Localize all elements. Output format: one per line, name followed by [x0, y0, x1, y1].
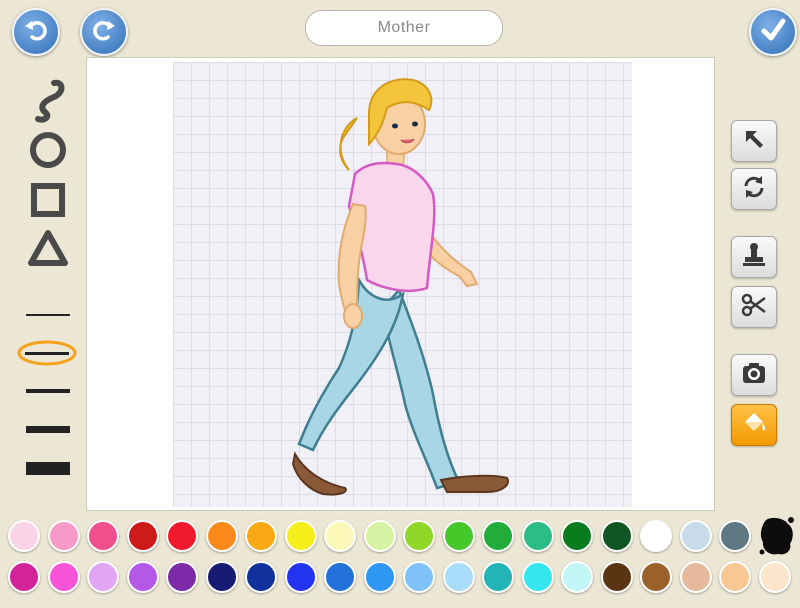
circle-tool[interactable] [22, 130, 74, 174]
color-swatch[interactable] [166, 520, 198, 552]
color-swatch[interactable] [8, 561, 40, 593]
fill-button[interactable] [731, 404, 777, 446]
select-arrow-icon [741, 126, 767, 157]
square-tool[interactable] [22, 180, 74, 224]
color-swatch[interactable] [679, 520, 712, 552]
redo-button[interactable] [80, 8, 128, 56]
freehand-tool[interactable] [22, 78, 74, 126]
color-swatch[interactable] [205, 561, 238, 593]
color-swatch[interactable] [284, 520, 317, 552]
square-icon [26, 178, 70, 227]
color-swatch[interactable] [126, 561, 159, 593]
stamp-icon [740, 241, 768, 274]
drawing-title-field[interactable]: Mother [305, 10, 503, 46]
paint-bucket-icon [740, 409, 768, 442]
color-swatch[interactable] [403, 520, 435, 552]
color-swatch[interactable] [363, 520, 396, 552]
color-swatch[interactable] [482, 561, 514, 593]
color-swatch[interactable] [442, 561, 475, 593]
color-swatch[interactable] [245, 561, 277, 593]
color-swatch[interactable] [87, 520, 119, 552]
color-swatch[interactable] [47, 520, 80, 552]
color-swatch[interactable] [166, 561, 198, 593]
color-swatch[interactable] [679, 561, 712, 593]
line-width-medium-thin[interactable] [16, 338, 78, 368]
stamp-button[interactable] [731, 236, 777, 278]
color-swatch[interactable] [719, 561, 751, 593]
color-swatch[interactable] [403, 561, 435, 593]
done-button[interactable] [749, 8, 797, 56]
color-swatch[interactable] [640, 520, 672, 552]
color-swatch[interactable] [521, 520, 554, 552]
drawing-canvas[interactable] [86, 57, 715, 511]
color-swatch[interactable] [47, 561, 80, 593]
line-width-thin[interactable] [24, 308, 72, 322]
color-swatch[interactable] [561, 520, 593, 552]
color-swatch[interactable] [640, 561, 672, 593]
rotate-button[interactable] [731, 168, 777, 210]
select-tool-button[interactable] [731, 120, 777, 162]
color-swatch[interactable] [482, 520, 514, 552]
color-swatch[interactable] [561, 561, 593, 593]
color-swatch[interactable] [284, 561, 317, 593]
circle-icon [26, 128, 70, 177]
color-swatch[interactable] [126, 520, 159, 552]
color-swatch[interactable] [324, 561, 356, 593]
freehand-icon [28, 77, 68, 128]
redo-icon [91, 17, 117, 48]
color-swatch[interactable] [324, 520, 356, 552]
color-swatch[interactable] [442, 520, 475, 552]
undo-button[interactable] [12, 8, 60, 56]
color-swatch[interactable] [758, 561, 791, 593]
triangle-icon [25, 226, 71, 275]
line-width-extra-thick[interactable] [24, 458, 72, 478]
checkmark-icon [759, 16, 787, 49]
color-swatch[interactable] [8, 520, 40, 552]
cut-button[interactable] [731, 286, 777, 328]
color-swatch[interactable] [600, 561, 633, 593]
line-width-thick[interactable] [24, 421, 72, 437]
color-swatch[interactable] [363, 561, 396, 593]
camera-icon [740, 359, 768, 392]
color-swatch[interactable] [600, 520, 633, 552]
color-swatch[interactable] [205, 520, 238, 552]
triangle-tool[interactable] [22, 228, 74, 272]
line-width-medium[interactable] [24, 384, 72, 398]
color-swatch[interactable] [245, 520, 277, 552]
mother-figure-drawing [291, 78, 509, 496]
camera-button[interactable] [731, 354, 777, 396]
ink-blob-swatch[interactable] [758, 514, 796, 558]
drawing-title: Mother [377, 19, 431, 36]
color-swatch[interactable] [521, 561, 554, 593]
color-swatch[interactable] [87, 561, 119, 593]
color-swatch[interactable] [719, 520, 751, 552]
scissors-icon [740, 291, 768, 324]
undo-icon [23, 17, 49, 48]
rotate-icon [741, 174, 767, 205]
